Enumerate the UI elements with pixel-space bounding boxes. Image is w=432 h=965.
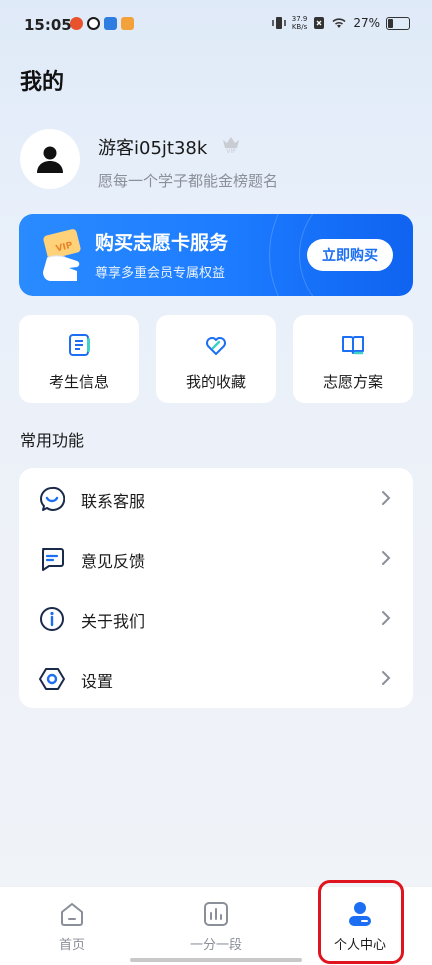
user-icon bbox=[37, 146, 63, 173]
avatar[interactable] bbox=[20, 129, 80, 189]
chevron-right-icon bbox=[382, 671, 391, 685]
list-item-customer-service[interactable]: 联系客服 bbox=[19, 468, 413, 528]
network-speed-unit: KB/s bbox=[291, 23, 308, 31]
list-item-label: 联系客服 bbox=[81, 492, 146, 511]
app-notification-icon bbox=[104, 17, 117, 30]
list-item-label: 意见反馈 bbox=[81, 552, 146, 571]
settings-icon bbox=[39, 668, 65, 690]
home-indicator[interactable] bbox=[130, 958, 302, 962]
username: 游客i05jt38k bbox=[98, 138, 208, 159]
tab-score-rank[interactable]: 一分一段 bbox=[144, 887, 288, 965]
list-item-label: 关于我们 bbox=[81, 612, 146, 631]
banner-subtitle: 尊享多重会员专属权益 bbox=[95, 266, 226, 281]
quick-action-my-favorites[interactable]: 我的收藏 bbox=[156, 315, 276, 403]
quick-action-application-plan[interactable]: 志愿方案 bbox=[293, 315, 413, 403]
list-item-settings[interactable]: 设置 bbox=[19, 648, 413, 708]
sim-off-icon bbox=[314, 17, 325, 29]
tab-home[interactable]: 首页 bbox=[0, 887, 144, 965]
list-icon bbox=[69, 334, 90, 356]
network-speed-value: 37.9 bbox=[291, 15, 308, 23]
banner-title: 购买志愿卡服务 bbox=[95, 232, 229, 254]
battery-fill bbox=[388, 18, 393, 28]
quick-action-candidate-info[interactable]: 考生信息 bbox=[19, 315, 139, 403]
feedback-icon bbox=[42, 548, 64, 571]
chevron-right-icon bbox=[382, 491, 391, 505]
quick-action-label: 考生信息 bbox=[48, 373, 109, 391]
section-title: 常用功能 bbox=[20, 431, 85, 450]
battery-icon bbox=[386, 16, 410, 30]
vibrate-icon bbox=[271, 17, 286, 29]
status-bar: 15:05 37.9 KB/s 27% bbox=[0, 0, 432, 52]
status-time: 15:05 bbox=[24, 16, 72, 34]
home-icon bbox=[61, 903, 83, 926]
network-speed: 37.9 KB/s bbox=[292, 15, 308, 31]
tab-label: 一分一段 bbox=[189, 938, 242, 953]
vip-card-banner[interactable]: VIP 购买志愿卡服务 尊享多重会员专属权益 立即购买 bbox=[19, 214, 413, 296]
quick-action-label: 我的收藏 bbox=[185, 373, 246, 391]
page-title: 我的 bbox=[20, 70, 65, 95]
buy-now-button[interactable]: 立即购买 bbox=[307, 239, 393, 271]
status-right: 37.9 KB/s 27% bbox=[271, 15, 410, 31]
notification-icons bbox=[70, 17, 134, 30]
chevron-right-icon bbox=[382, 551, 391, 565]
quick-action-label: 志愿方案 bbox=[322, 373, 383, 391]
customer-service-icon bbox=[40, 486, 65, 511]
book-icon bbox=[342, 336, 364, 355]
weibo-notification-icon bbox=[70, 17, 83, 30]
svg-text:VIP: VIP bbox=[226, 148, 236, 154]
active-tab-highlight bbox=[318, 880, 404, 964]
common-functions-list: 联系客服 意见反馈 关于我们 设置 bbox=[19, 468, 413, 708]
tab-label: 首页 bbox=[58, 938, 85, 953]
list-item-feedback[interactable]: 意见反馈 bbox=[19, 528, 413, 588]
battery-percent: 27% bbox=[353, 16, 380, 30]
heart-icon bbox=[206, 337, 226, 355]
vip-crown-icon: VIP bbox=[223, 137, 239, 154]
list-item-label: 设置 bbox=[81, 672, 114, 691]
list-item-about-us[interactable]: 关于我们 bbox=[19, 588, 413, 648]
app-notification-icon bbox=[121, 17, 134, 30]
bar-chart-icon bbox=[204, 902, 228, 926]
profile-slogan: 愿每一个学子都能金榜题名 bbox=[98, 172, 279, 190]
info-icon bbox=[40, 607, 64, 631]
app-notification-icon bbox=[87, 17, 100, 30]
chevron-right-icon bbox=[382, 611, 391, 625]
wifi-icon bbox=[332, 18, 346, 28]
vip-card-hand-icon: VIP bbox=[43, 229, 81, 281]
